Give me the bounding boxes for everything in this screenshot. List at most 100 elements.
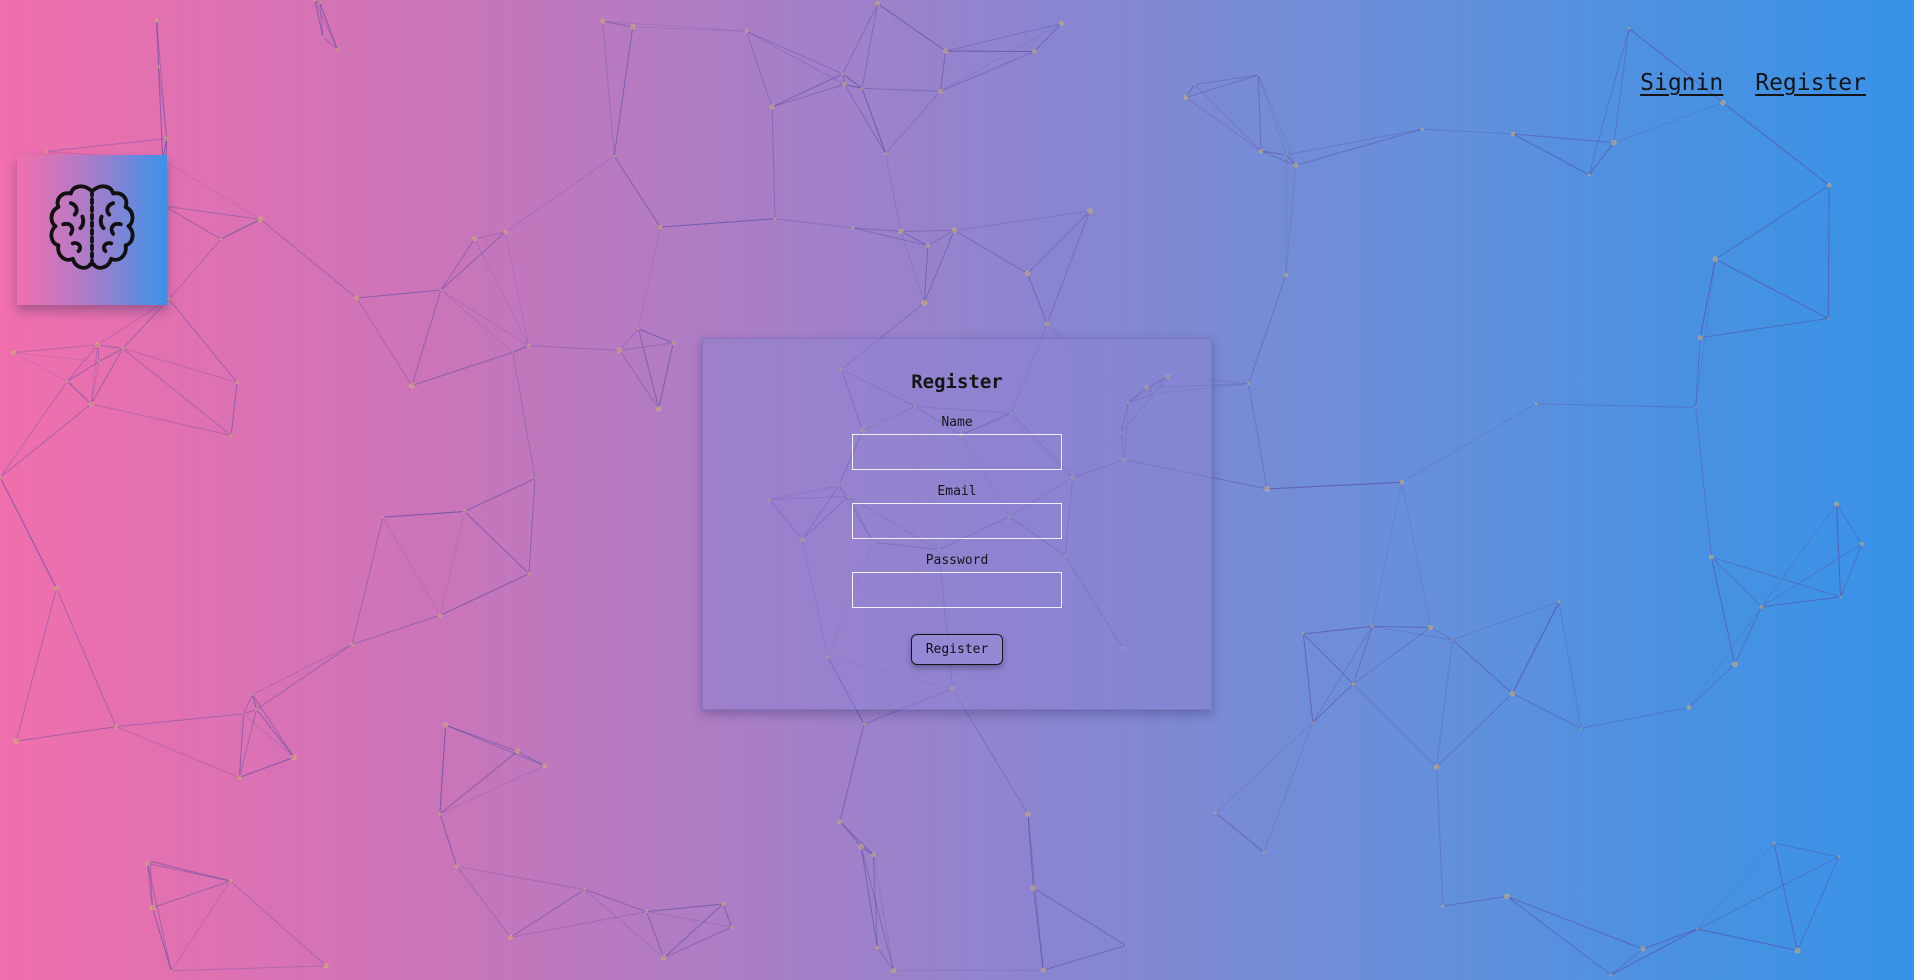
network-line (256, 644, 353, 710)
network-line (1581, 706, 1690, 729)
network-node (942, 48, 949, 54)
network-node (644, 910, 649, 914)
password-input[interactable] (852, 572, 1062, 608)
network-line (1610, 948, 1644, 976)
network-line (1248, 275, 1287, 384)
name-input[interactable] (852, 434, 1062, 470)
network-node (612, 154, 616, 158)
top-nav: Signin Register (1640, 70, 1866, 96)
network-node (437, 613, 443, 618)
network-node (1433, 763, 1440, 770)
network-line (877, 3, 946, 52)
network-line (1773, 843, 1798, 951)
network-line (528, 478, 536, 574)
network-node (1302, 632, 1305, 636)
network-node (1794, 947, 1801, 954)
network-line (66, 344, 98, 382)
network-line (1215, 722, 1314, 814)
register-submit-button[interactable]: Register (910, 634, 1004, 665)
network-node (1351, 682, 1356, 686)
network-node (149, 904, 156, 911)
network-node (323, 963, 329, 969)
network-line (638, 328, 674, 344)
network-line (1401, 403, 1537, 483)
network-node (951, 227, 958, 234)
network-node (229, 433, 233, 438)
network-line (439, 813, 458, 867)
network-line (1512, 693, 1582, 729)
network-node (655, 405, 662, 412)
network-line (1027, 210, 1091, 274)
network-line (351, 614, 441, 645)
network-line (411, 351, 514, 387)
signin-link[interactable]: Signin (1640, 70, 1723, 96)
network-node (251, 693, 254, 696)
network-line (1312, 626, 1373, 723)
network-line (474, 231, 506, 240)
network-line (893, 969, 1044, 972)
network-line (152, 880, 231, 909)
network-line (464, 511, 530, 575)
network-line (1043, 944, 1127, 971)
network-node (381, 515, 385, 519)
network-line (474, 238, 529, 346)
email-input[interactable] (852, 503, 1062, 539)
register-form-card: Register Name Email Password Register (702, 338, 1212, 710)
network-node (1058, 21, 1064, 27)
network-line (164, 205, 261, 220)
network-node (503, 229, 508, 235)
network-line (356, 297, 413, 386)
network-node (938, 88, 943, 94)
network-line (602, 21, 615, 157)
network-line (528, 345, 620, 351)
network-line (945, 50, 1035, 53)
network-node (335, 47, 339, 51)
network-line (646, 903, 724, 913)
network-line (439, 750, 518, 815)
network-line (1610, 928, 1698, 976)
network-node (1031, 49, 1037, 54)
network-line (1835, 504, 1842, 598)
network-node (149, 860, 152, 863)
network-line (504, 231, 529, 346)
register-link[interactable]: Register (1755, 70, 1866, 96)
network-node (875, 1, 881, 7)
network-line (1773, 842, 1840, 858)
network-node (113, 724, 118, 729)
network-line (722, 903, 733, 928)
network-node (228, 879, 233, 884)
network-line (1761, 543, 1863, 608)
network-node (1441, 904, 1445, 908)
network-node (1609, 973, 1613, 977)
password-label: Password (925, 553, 989, 568)
network-line (1302, 633, 1354, 685)
network-line (619, 342, 674, 351)
network-line (1715, 184, 1830, 260)
network-line (663, 903, 724, 959)
network-line (638, 227, 661, 329)
network-line (774, 218, 854, 229)
network-node (1759, 604, 1764, 609)
network-line (439, 765, 545, 815)
network-line (505, 155, 615, 233)
network-line (151, 907, 172, 971)
network-line (1371, 482, 1403, 627)
network-node (773, 217, 777, 221)
network-line (220, 218, 261, 240)
network-node (235, 380, 239, 385)
network-line (0, 403, 92, 478)
network-node (438, 812, 442, 816)
network-node (257, 216, 264, 223)
network-node (526, 343, 531, 348)
network-node (860, 86, 864, 90)
network-node (1257, 74, 1260, 77)
network-node (514, 748, 521, 755)
network-line (411, 289, 442, 386)
name-label: Name (941, 415, 973, 430)
network-line (1027, 273, 1048, 324)
network-line (512, 352, 536, 479)
network-line (839, 821, 874, 856)
network-line (1797, 856, 1840, 951)
network-line (1436, 639, 1454, 767)
network-line (1033, 23, 1062, 52)
